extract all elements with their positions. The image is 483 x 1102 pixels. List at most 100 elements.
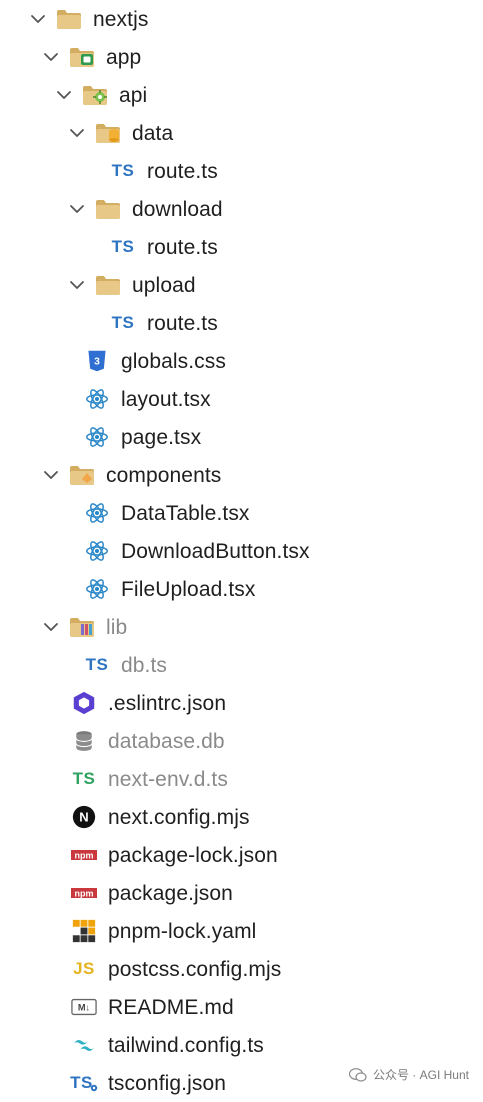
tree-item-label: data xyxy=(132,122,174,145)
npm-icon: npm xyxy=(70,879,98,907)
typescript-icon: TS xyxy=(111,161,135,180)
tree-file-row[interactable]: TS db.ts xyxy=(0,646,483,684)
tree-folder-row[interactable]: app xyxy=(0,38,483,76)
tree-item-label: api xyxy=(119,84,148,107)
css-icon: 3 xyxy=(83,347,111,375)
tree-file-row[interactable]: DataTable.tsx xyxy=(0,494,483,532)
watermark: 公众号 · AGI Hunt xyxy=(348,1066,469,1083)
tree-item-label: tailwind.config.ts xyxy=(108,1034,264,1057)
tree-item-label: tsconfig.json xyxy=(108,1072,227,1095)
tree-folder-row[interactable]: data xyxy=(0,114,483,152)
react-icon xyxy=(83,537,111,565)
tree-item-label: route.ts xyxy=(147,160,218,183)
tree-file-row[interactable]: TS next-env.d.ts xyxy=(0,760,483,798)
tree-item-label: next-env.d.ts xyxy=(108,768,228,791)
tree-item-label: pnpm-lock.yaml xyxy=(108,920,257,943)
folder-app-icon xyxy=(68,43,96,71)
tree-folder-row[interactable]: lib xyxy=(0,608,483,646)
chevron-down-icon[interactable] xyxy=(28,9,48,29)
tree-item-label: DownloadButton.tsx xyxy=(121,540,310,563)
tree-item-label: globals.css xyxy=(121,350,226,373)
tree-file-row[interactable]: page.tsx xyxy=(0,418,483,456)
chevron-down-icon[interactable] xyxy=(67,199,87,219)
tree-file-row[interactable]: npm package.json xyxy=(0,874,483,912)
nextjs-icon: N xyxy=(70,803,98,831)
chevron-down-icon[interactable] xyxy=(54,85,74,105)
tree-item-label: upload xyxy=(132,274,196,297)
typescript-icon: TS xyxy=(111,313,135,332)
react-icon xyxy=(83,499,111,527)
tree-item-label: app xyxy=(106,46,142,69)
tree-item-label: DataTable.tsx xyxy=(121,502,250,525)
tree-item-label: package.json xyxy=(108,882,233,905)
svg-text:npm: npm xyxy=(75,889,94,899)
svg-text:N: N xyxy=(79,810,88,825)
tree-item-label: lib xyxy=(106,616,128,639)
tree-item-label: nextjs xyxy=(93,8,149,31)
tree-file-row[interactable]: FileUpload.tsx xyxy=(0,570,483,608)
typescript-green-icon: TS xyxy=(72,769,96,788)
tree-item-label: db.ts xyxy=(121,654,168,677)
tree-file-row[interactable]: 3 globals.css xyxy=(0,342,483,380)
markdown-icon: M↓ xyxy=(70,993,98,1021)
svg-text:M↓: M↓ xyxy=(78,1003,90,1013)
tree-item-label: FileUpload.tsx xyxy=(121,578,256,601)
tree-file-row[interactable]: npm package-lock.json xyxy=(0,836,483,874)
tree-item-label: download xyxy=(132,198,223,221)
tree-item-label: route.ts xyxy=(147,236,218,259)
tree-file-row[interactable]: TS route.ts xyxy=(0,228,483,266)
watermark-text: 公众号 · AGI Hunt xyxy=(372,1068,469,1082)
folder-open-icon xyxy=(94,195,122,223)
tree-item-label: package-lock.json xyxy=(108,844,278,867)
tree-file-row[interactable]: pnpm-lock.yaml xyxy=(0,912,483,950)
folder-data-icon xyxy=(94,119,122,147)
tree-item-label: next.config.mjs xyxy=(108,806,250,829)
react-icon xyxy=(83,385,111,413)
tree-item-label: README.md xyxy=(108,996,234,1019)
tree-file-row[interactable]: layout.tsx xyxy=(0,380,483,418)
folder-open-icon xyxy=(55,5,83,33)
eslint-icon xyxy=(70,689,98,717)
tree-item-label: layout.tsx xyxy=(121,388,211,411)
npm-icon: npm xyxy=(70,841,98,869)
svg-text:3: 3 xyxy=(94,356,100,367)
tree-file-row[interactable]: TS route.ts xyxy=(0,304,483,342)
tree-folder-row[interactable]: download xyxy=(0,190,483,228)
folder-api-icon xyxy=(81,81,109,109)
typescript-icon: TS xyxy=(111,237,135,256)
chevron-down-icon[interactable] xyxy=(67,275,87,295)
tree-file-row[interactable]: TS route.ts xyxy=(0,152,483,190)
react-icon xyxy=(83,575,111,603)
tree-folder-row[interactable]: components xyxy=(0,456,483,494)
folder-open-icon xyxy=(94,271,122,299)
chevron-down-icon[interactable] xyxy=(41,617,61,637)
chevron-down-icon[interactable] xyxy=(41,465,61,485)
tree-item-label: database.db xyxy=(108,730,225,753)
javascript-icon: JS xyxy=(73,959,95,978)
tsconfig-icon: TS xyxy=(70,1069,98,1097)
tree-file-row[interactable]: JS postcss.config.mjs xyxy=(0,950,483,988)
chevron-down-icon[interactable] xyxy=(41,47,61,67)
folder-components-icon xyxy=(68,461,96,489)
wechat-icon xyxy=(348,1067,367,1082)
tree-file-row[interactable]: tailwind.config.ts xyxy=(0,1026,483,1064)
database-icon xyxy=(70,727,98,755)
tree-file-row[interactable]: Nnext.config.mjs xyxy=(0,798,483,836)
tree-item-label: components xyxy=(106,464,222,487)
tree-item-label: .eslintrc.json xyxy=(108,692,227,715)
tree-item-label: page.tsx xyxy=(121,426,202,449)
tree-item-label: route.ts xyxy=(147,312,218,335)
svg-text:npm: npm xyxy=(75,851,94,861)
tailwind-icon xyxy=(70,1031,98,1059)
tree-file-row[interactable]: M↓ README.md xyxy=(0,988,483,1026)
pnpm-icon xyxy=(70,917,98,945)
tree-folder-row[interactable]: nextjs xyxy=(0,0,483,38)
folder-lib-icon xyxy=(68,613,96,641)
tree-folder-row[interactable]: api xyxy=(0,76,483,114)
tree-folder-row[interactable]: upload xyxy=(0,266,483,304)
tree-file-row[interactable]: DownloadButton.tsx xyxy=(0,532,483,570)
chevron-down-icon[interactable] xyxy=(67,123,87,143)
tree-file-row[interactable]: database.db xyxy=(0,722,483,760)
tree-file-row[interactable]: .eslintrc.json xyxy=(0,684,483,722)
react-icon xyxy=(83,423,111,451)
